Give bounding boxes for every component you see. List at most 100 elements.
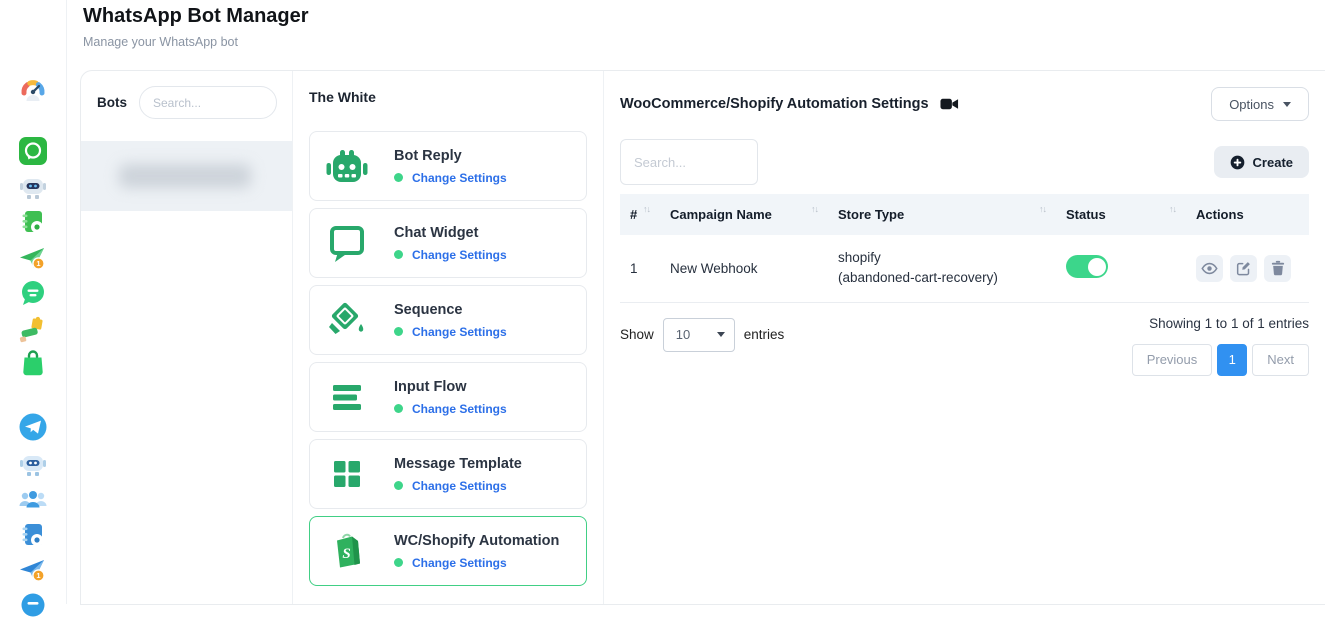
telegram-contacts-icon[interactable] (18, 520, 48, 550)
input-flow-icon (324, 374, 370, 420)
create-button-label: Create (1253, 155, 1293, 170)
whatsapp-bot-icon[interactable] (18, 172, 48, 202)
row-number-cell: 1 (620, 235, 660, 302)
feature-label: Bot Reply (394, 148, 507, 164)
feature-card-sequence[interactable]: Sequence Change Settings (309, 285, 587, 355)
app-icon-sidebar: 1 (0, 0, 67, 604)
page-size-select[interactable]: 10 (663, 318, 735, 352)
sequence-paint-bucket-icon (324, 297, 370, 343)
feature-label: WC/Shopify Automation (394, 533, 559, 549)
telegram-bot-icon[interactable] (18, 449, 48, 479)
sort-icon[interactable]: ↑↓ (1039, 204, 1046, 214)
column-header-status[interactable]: Status↑↓ (1056, 194, 1186, 235)
change-settings-link[interactable]: Change Settings (412, 556, 507, 570)
feature-card-chat-widget[interactable]: Chat Widget Change Settings (309, 208, 587, 278)
status-dot-icon (394, 481, 403, 490)
table-search-input[interactable] (620, 139, 758, 185)
actions-cell (1186, 235, 1309, 302)
bot-name-redacted (119, 164, 251, 188)
feature-label: Sequence (394, 302, 507, 318)
plus-circle-icon (1230, 155, 1245, 170)
view-button[interactable] (1196, 255, 1223, 282)
svg-text:S: S (342, 546, 350, 562)
edit-button[interactable] (1230, 255, 1257, 282)
bots-panel-title: Bots (97, 95, 127, 110)
eye-icon (1201, 262, 1218, 275)
bot-manager-card: Bots The White Bot Reply (80, 70, 1325, 605)
telegram-campaign-icon[interactable]: 1 (18, 555, 48, 585)
feature-label: Chat Widget (394, 225, 507, 241)
settings-title: WooCommerce/Shopify Automation Settings (620, 96, 929, 112)
shopify-bag-icon: S (324, 528, 370, 574)
previous-page-button[interactable]: Previous (1132, 344, 1213, 376)
column-header-campaign-name[interactable]: Campaign Name↑↓ (660, 194, 828, 235)
bot-detail-panel: The White Bot Reply Change Settings (293, 71, 604, 604)
page-header: WhatsApp Bot Manager Manage your WhatsAp… (83, 5, 309, 49)
status-dot-icon (394, 173, 403, 182)
feature-label: Input Flow (394, 379, 507, 395)
column-header-number[interactable]: #↑↓ (620, 194, 660, 235)
bot-name-title: The White (309, 89, 587, 105)
change-settings-link[interactable]: Change Settings (412, 402, 507, 416)
video-tutorial-icon[interactable] (940, 97, 959, 111)
change-settings-link[interactable]: Change Settings (412, 479, 507, 493)
bots-search-input[interactable] (139, 86, 277, 119)
automation-table: #↑↓ Campaign Name↑↓ Store Type↑↓ Status↑… (620, 194, 1309, 303)
store-type-line1: shopify (838, 248, 1046, 268)
store-bag-icon[interactable] (18, 348, 48, 378)
audience-group-icon[interactable] (18, 484, 48, 514)
svg-text:1: 1 (36, 259, 40, 268)
feature-label: Message Template (394, 456, 522, 472)
feature-card-bot-reply[interactable]: Bot Reply Change Settings (309, 131, 587, 201)
options-button[interactable]: Options (1211, 87, 1309, 121)
show-label: Show (620, 327, 654, 342)
store-type-line2: (abandoned-cart-recovery) (838, 268, 1046, 288)
feature-card-wc-shopify-automation[interactable]: S WC/Shopify Automation Change Settings (309, 516, 587, 586)
trash-icon (1271, 260, 1285, 276)
telegram-icon[interactable] (18, 412, 48, 442)
create-button[interactable]: Create (1214, 146, 1309, 178)
chat-message-icon[interactable] (18, 278, 48, 308)
status-toggle[interactable] (1066, 255, 1108, 278)
next-page-button[interactable]: Next (1252, 344, 1309, 376)
current-page-button[interactable]: 1 (1217, 344, 1247, 376)
chat-widget-icon (324, 220, 370, 266)
feature-card-message-template[interactable]: Message Template Change Settings (309, 439, 587, 509)
feature-card-input-flow[interactable]: Input Flow Change Settings (309, 362, 587, 432)
message-template-grid-icon (324, 451, 370, 497)
edit-pencil-icon (1236, 261, 1251, 276)
change-settings-link[interactable]: Change Settings (412, 171, 507, 185)
integrations-puzzle-icon[interactable] (18, 314, 48, 344)
column-header-actions: Actions (1186, 194, 1309, 235)
bots-panel: Bots (81, 71, 293, 604)
whatsapp-campaign-icon[interactable]: 1 (18, 243, 48, 273)
change-settings-link[interactable]: Change Settings (412, 248, 507, 262)
bot-list-item-selected[interactable] (81, 141, 292, 211)
whatsapp-contacts-icon[interactable] (18, 207, 48, 237)
sort-icon[interactable]: ↑↓ (811, 204, 818, 214)
change-settings-link[interactable]: Change Settings (412, 325, 507, 339)
chat-partial-icon[interactable] (18, 590, 48, 620)
table-row: 1 New Webhook shopify (abandoned-cart-re… (620, 235, 1309, 302)
status-dot-icon (394, 250, 403, 259)
entries-label: entries (744, 327, 785, 342)
sort-icon[interactable]: ↑↓ (1169, 204, 1176, 214)
column-header-store-type[interactable]: Store Type↑↓ (828, 194, 1056, 235)
page-subtitle: Manage your WhatsApp bot (83, 35, 309, 49)
toggle-knob (1088, 258, 1106, 276)
status-dot-icon (394, 558, 403, 567)
status-dot-icon (394, 404, 403, 413)
status-dot-icon (394, 327, 403, 336)
store-type-cell: shopify (abandoned-cart-recovery) (828, 235, 1056, 302)
pagination: Previous 1 Next (1132, 344, 1309, 376)
whatsapp-icon[interactable] (18, 136, 48, 166)
options-button-label: Options (1229, 97, 1274, 112)
chevron-down-icon (1283, 102, 1291, 107)
svg-text:1: 1 (36, 571, 40, 580)
dashboard-gauge-icon[interactable] (18, 75, 48, 105)
bot-reply-icon (324, 143, 370, 189)
showing-entries-text: Showing 1 to 1 of 1 entries (1149, 316, 1309, 331)
delete-button[interactable] (1264, 255, 1291, 282)
sort-icon[interactable]: ↑↓ (643, 204, 650, 214)
page-title: WhatsApp Bot Manager (83, 5, 309, 28)
